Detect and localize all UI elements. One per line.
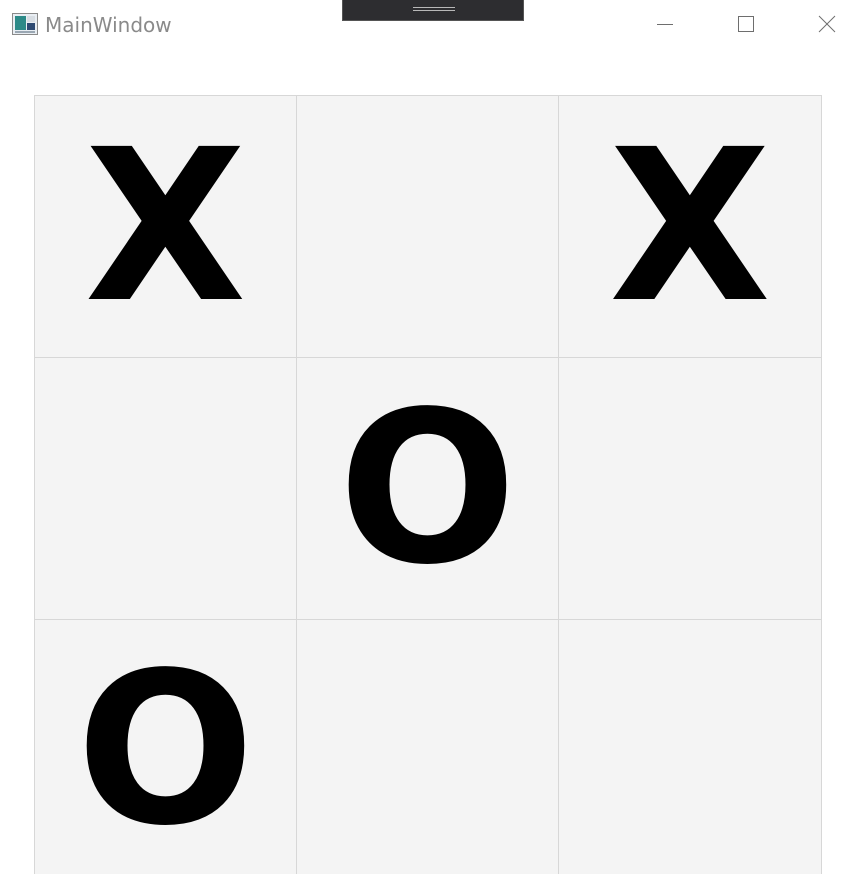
cell-mark: O [76, 627, 255, 872]
board-cell-6[interactable] [558, 357, 822, 620]
title-bar[interactable]: MainWindow [0, 0, 864, 50]
board-cell-9[interactable] [558, 619, 822, 874]
board-cell-7[interactable]: O [34, 619, 297, 874]
app-window-icon [12, 13, 38, 35]
board-cell-3[interactable]: X [558, 95, 822, 358]
drag-handle[interactable] [342, 0, 524, 21]
close-icon [818, 15, 836, 33]
board-cell-4[interactable] [34, 357, 297, 620]
board-cell-2[interactable] [296, 95, 559, 358]
board-cell-1[interactable]: X [34, 95, 297, 358]
minimize-icon [657, 24, 673, 25]
cell-mark: O [338, 365, 517, 611]
game-board: X X O O [34, 95, 822, 874]
minimize-button[interactable] [625, 0, 705, 48]
board-cell-5[interactable]: O [296, 357, 559, 620]
grip-icon [413, 7, 455, 11]
cell-mark: X [84, 103, 247, 349]
maximize-button[interactable] [706, 0, 786, 48]
board-cell-8[interactable] [296, 619, 559, 874]
window-title: MainWindow [45, 13, 172, 37]
cell-mark: X [609, 103, 771, 349]
maximize-icon [738, 16, 754, 32]
main-window: MainWindow X X O O [0, 0, 864, 874]
close-button[interactable] [787, 0, 864, 48]
